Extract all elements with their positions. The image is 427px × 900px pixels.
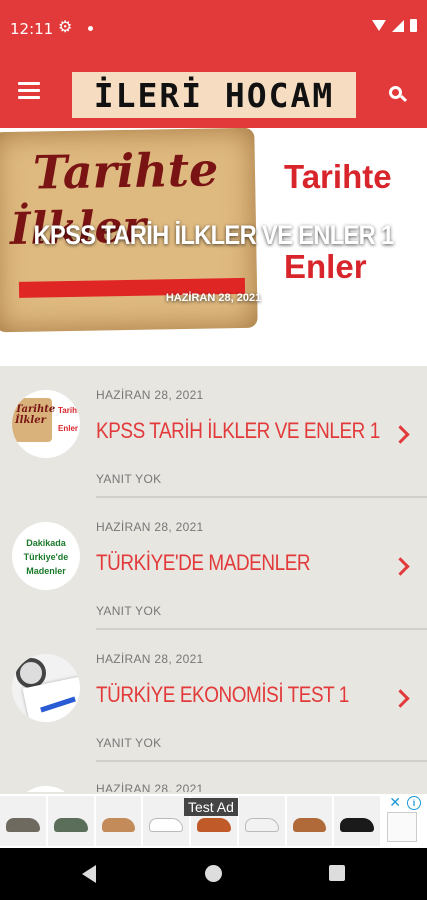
battery-icon	[410, 19, 417, 32]
shoe-image	[0, 796, 46, 846]
post-date: HAZİRAN 28, 2021	[96, 388, 204, 402]
hamburger-menu-icon[interactable]	[18, 82, 40, 104]
close-icon[interactable]: ✕	[389, 794, 401, 811]
featured-post-date: HAZİRAN 28, 2021	[165, 292, 262, 304]
post-date: HAZİRAN 28, 2021	[96, 652, 204, 666]
shoe-image	[143, 796, 189, 846]
post-replies: YANIT YOK	[96, 472, 162, 486]
thumb-text: Tarihte İlkler	[15, 404, 56, 426]
shoe-image	[47, 796, 94, 846]
cell-signal-icon	[392, 19, 404, 32]
ad-brand-logo	[387, 812, 417, 842]
hero-image-text: Tarihte	[32, 142, 219, 200]
home-icon[interactable]	[205, 865, 222, 882]
post-title[interactable]: TÜRKİYE'DE MADENLER	[96, 550, 311, 576]
post-title[interactable]: TÜRKİYE EKONOMİSİ TEST 1	[96, 682, 349, 708]
status-bar: 12:11 ⚙	[0, 0, 427, 56]
post-thumbnail: Dakikada Türkiye'de Madenler	[12, 522, 80, 590]
back-icon[interactable]	[82, 865, 96, 883]
site-logo[interactable]: İLERİ HOCAM	[72, 72, 356, 118]
wifi-icon	[372, 20, 386, 31]
post-date: HAZİRAN 28, 2021	[96, 520, 204, 534]
post-thumbnail	[12, 786, 80, 792]
post-replies: YANIT YOK	[96, 736, 162, 750]
list-item[interactable]: HAZİRAN 28, 2021 TÜRKİYE EKONOMİSİ TEST …	[0, 630, 427, 762]
post-thumbnail	[12, 654, 80, 722]
hero-image-text: Tarihte	[284, 158, 392, 195]
chevron-right-icon[interactable]	[391, 425, 410, 444]
dot-icon	[88, 26, 93, 31]
ad-banner[interactable]: Test Ad i ✕	[0, 794, 427, 848]
system-nav-bar	[0, 848, 427, 900]
hero-image-text: Enler	[284, 248, 367, 285]
list-item[interactable]: HAZİRAN 28, 2021	[0, 762, 427, 792]
post-date: HAZİRAN 28, 2021	[96, 782, 204, 792]
status-icons	[372, 19, 417, 32]
status-time: 12:11	[10, 20, 54, 38]
shoe-image	[334, 796, 380, 846]
info-icon[interactable]: i	[407, 796, 421, 810]
ad-label: Test Ad	[184, 798, 238, 816]
post-title[interactable]: KPSS TARİH İLKLER VE ENLER 1	[96, 418, 380, 444]
logo-text: İLERİ HOCAM	[93, 75, 335, 115]
post-replies: YANIT YOK	[96, 604, 162, 618]
chevron-right-icon[interactable]	[391, 689, 410, 708]
list-item[interactable]: Tarihte İlkler Tarihte Enler HAZİRAN 28,…	[0, 366, 427, 498]
thumb-text: Enler	[58, 424, 79, 433]
post-thumbnail: Tarihte İlkler Tarihte Enler	[12, 390, 80, 458]
search-icon[interactable]	[389, 86, 408, 104]
shoe-image	[95, 796, 142, 846]
featured-post-title[interactable]: KPSS TARİH İLKLER VE ENLER 1	[26, 220, 402, 251]
featured-post[interactable]: Tarihte İlkler Tarihte Enler KPSS TARİH …	[0, 128, 427, 366]
list-item[interactable]: Dakikada Türkiye'de Madenler HAZİRAN 28,…	[0, 498, 427, 630]
gear-icon: ⚙	[58, 19, 73, 36]
recents-icon[interactable]	[329, 865, 345, 881]
thumb-text: Tarihte	[58, 406, 80, 415]
chevron-right-icon[interactable]	[391, 557, 410, 576]
app-bar: İLERİ HOCAM	[0, 56, 427, 128]
thumb-text: Dakikada Türkiye'de Madenler	[23, 538, 69, 576]
shoe-image	[286, 796, 333, 846]
shoe-image	[238, 796, 285, 846]
